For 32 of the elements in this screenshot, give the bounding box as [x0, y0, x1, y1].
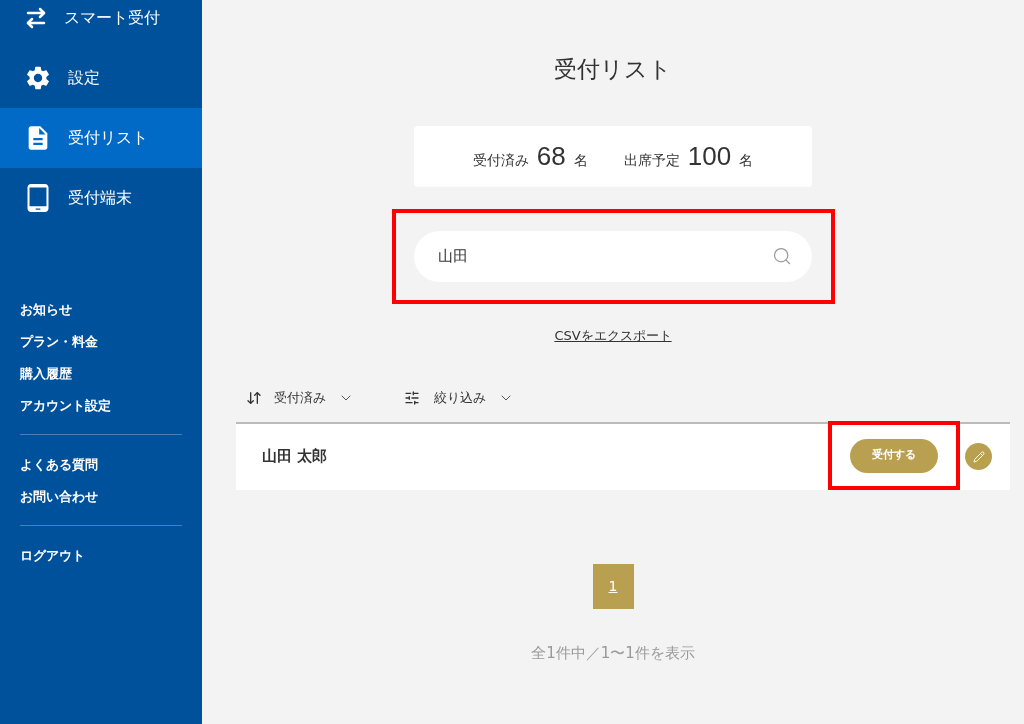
page-title: 受付リスト [554, 55, 672, 84]
sidebar-link[interactable]: 購入履歴 [20, 358, 72, 390]
sidebar-link[interactable]: お問い合わせ [20, 481, 98, 513]
sidebar-link[interactable]: お知らせ [20, 294, 72, 326]
stat-label: 出席予定 [623, 151, 680, 170]
sidebar-link[interactable]: よくある質問 [20, 449, 98, 481]
nav-item[interactable]: 設定 [0, 48, 202, 108]
sidebar-link[interactable]: プラン・料金 [20, 326, 98, 358]
stat-value: 68 [536, 140, 566, 173]
tablet-icon [24, 184, 52, 212]
settings-icon [24, 64, 52, 92]
export-link[interactable]: CSVをエクスポート [554, 326, 672, 346]
search-field[interactable]: 山田 [414, 231, 812, 282]
sort-dropdown[interactable]: 受付済み [246, 387, 354, 408]
edit-button[interactable] [965, 443, 992, 470]
sliders-icon [402, 389, 422, 406]
nav-item[interactable]: スマート受付 [0, 0, 202, 48]
stat-unit: 名 [573, 151, 588, 170]
stat-unit: 名 [739, 151, 754, 170]
stat-value: 100 [687, 140, 732, 173]
attendee-name: 山田 太郎 [262, 446, 329, 468]
stat-label: 受付済み [472, 151, 529, 170]
sort-arrows-icon [246, 389, 262, 406]
nav-item[interactable]: 受付端末 [0, 168, 202, 228]
sidebar-link[interactable]: アカウント設定 [20, 390, 111, 422]
swap-arrows-icon [24, 6, 48, 30]
nav-item[interactable]: 受付リスト [0, 108, 202, 168]
search-icon [772, 246, 792, 266]
filter-dropdown[interactable]: 絞り込み [402, 387, 514, 408]
result-summary: 全1件中／1〜1件を表示 [531, 642, 695, 664]
pencil-icon [972, 450, 985, 463]
sidebar-link[interactable]: ログアウト [20, 540, 85, 572]
